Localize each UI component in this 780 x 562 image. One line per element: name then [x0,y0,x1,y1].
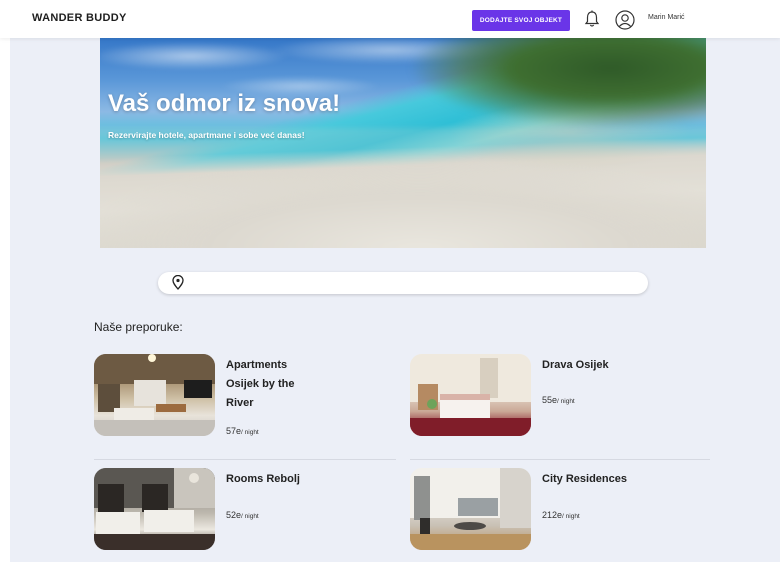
listing-name[interactable]: City Residences [542,470,632,489]
listing-price: 52e/ night [226,510,259,520]
listing-photo-scene [410,468,531,550]
listing-price-value: 52e [226,510,242,520]
listing-photo[interactable] [94,354,215,436]
location-search-bar[interactable] [158,272,648,294]
listing-photo-scene [94,468,215,550]
add-property-button[interactable]: DODAJTE SVOJ OBJEKT [472,10,570,31]
listing-photo-scene [94,354,215,436]
listing-card[interactable]: City Residences 212e/ night [410,468,710,550]
listing-price-value: 55e [542,395,558,405]
user-name[interactable]: Marin Marić [648,14,685,21]
listing-name[interactable]: Rooms Rebolj [226,470,316,489]
recommendations-title: Naše preporuke: [94,320,183,334]
listing-name[interactable]: Apartments Osijek by the River [226,356,316,413]
listing-photo-scene [410,354,531,436]
listing-price: 55e/ night [542,395,575,405]
row-divider [94,459,396,460]
listing-card[interactable]: Drava Osijek 55e/ night [410,354,710,436]
main-content: Vaš odmor iz snova! Rezervirajte hotele,… [10,38,780,562]
brand-logo[interactable]: WANDER BUDDY [32,12,127,24]
listing-price-unit: / night [241,429,259,436]
user-avatar-icon[interactable] [615,10,635,30]
listing-photo[interactable] [410,468,531,550]
listing-price-unit: / night [557,398,575,405]
listing-price-value: 57e [226,426,242,436]
listing-photo[interactable] [94,468,215,550]
top-header: WANDER BUDDY DODAJTE SVOJ OBJEKT Marin M… [0,0,780,38]
listing-card[interactable]: Rooms Rebolj 52e/ night [94,468,394,550]
bell-icon[interactable] [584,10,600,28]
location-pin-icon [172,275,184,290]
listing-price: 57e/ night [226,426,259,436]
listing-price-unit: / night [241,513,259,520]
hero-trees [330,38,706,128]
hero-sand [100,128,706,248]
listing-photo[interactable] [410,354,531,436]
row-divider [410,459,710,460]
listing-price-value: 212e [542,510,563,520]
hero-subtitle: Rezervirajte hotele, apartmane i sobe ve… [108,130,305,140]
hero-banner: Vaš odmor iz snova! Rezervirajte hotele,… [100,38,706,248]
location-search-input[interactable] [192,275,632,291]
listing-card[interactable]: Apartments Osijek by the River 57e/ nigh… [94,354,394,436]
listing-price: 212e/ night [542,510,580,520]
listing-price-unit: / night [562,513,580,520]
listing-name[interactable]: Drava Osijek [542,356,632,375]
hero-title: Vaš odmor iz snova! [108,90,341,117]
